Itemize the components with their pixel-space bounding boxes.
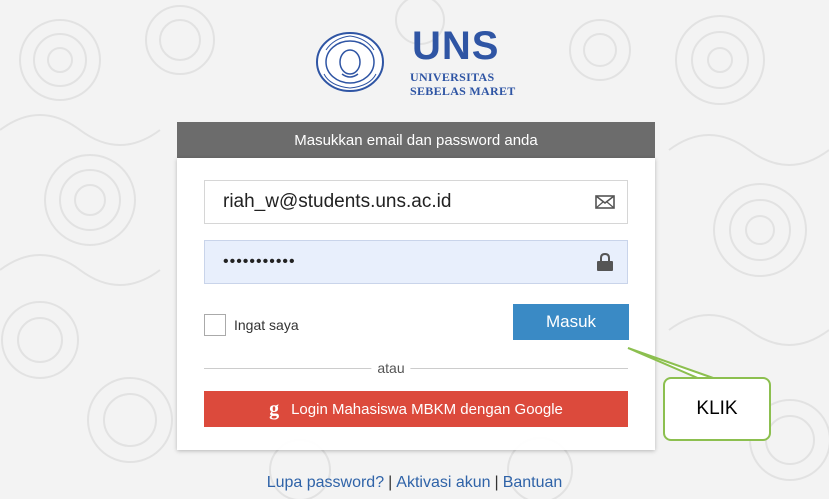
email-value: riah_w@students.uns.ac.id [223,191,452,212]
footer-links: Lupa password? | Aktivasi akun | Bantuan [0,474,829,492]
google-icon: g [269,397,280,420]
footer-separator: | [494,474,499,491]
password-field[interactable]: ••••••••••• [204,240,628,284]
brand-subtitle-line2: SEBELAS MARET [410,84,516,98]
remember-me[interactable]: Ingat saya [204,314,299,336]
brand-subtitle-line1: UNIVERSITAS [410,70,495,84]
google-login-button[interactable]: g Login Mahasiswa MBKM dengan Google [204,391,628,427]
help-link[interactable]: Bantuan [503,474,563,491]
university-seal-icon [316,32,384,92]
password-value: ••••••••••• [223,253,296,270]
callout-box: KLIK [663,377,771,441]
remember-checkbox[interactable] [204,314,226,336]
divider [204,368,628,369]
login-panel: riah_w@students.uns.ac.id ••••••••••• In… [177,158,655,450]
footer-separator: | [388,474,393,491]
forgot-password-link[interactable]: Lupa password? [267,474,384,491]
email-field[interactable]: riah_w@students.uns.ac.id [204,180,628,224]
activate-account-link[interactable]: Aktivasi akun [396,474,490,491]
login-button[interactable]: Masuk [513,304,629,340]
envelope-icon [595,195,615,209]
login-panel-header: Masukkan email dan password anda [177,122,655,158]
remember-label: Ingat saya [234,317,299,333]
brand-name: UNS [412,24,500,68]
uns-logo: UNS UNIVERSITAS SEBELAS MARET [314,24,524,98]
divider-label: atau [371,360,411,376]
lock-icon [597,253,613,271]
google-login-label: Login Mahasiswa MBKM dengan Google [291,400,563,418]
